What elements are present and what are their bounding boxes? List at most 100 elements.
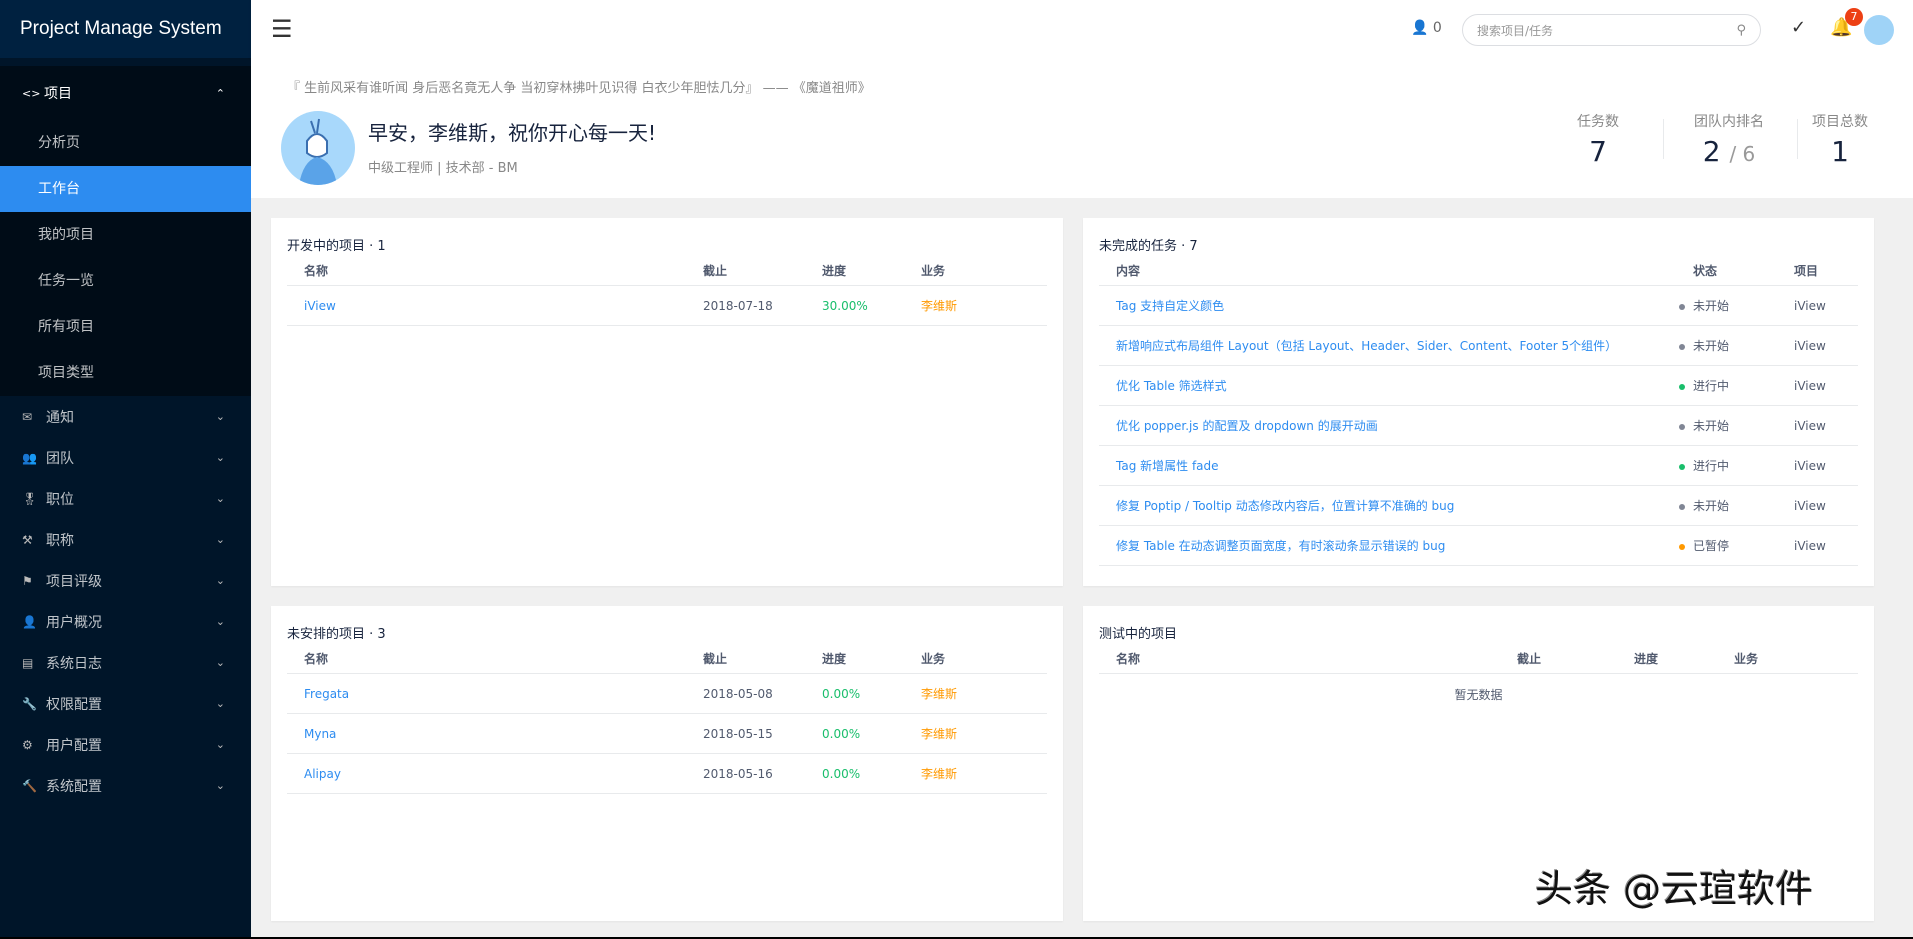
task-status: 进行中 — [1662, 457, 1777, 474]
task-project: iView — [1794, 458, 1826, 473]
sidebar-item-5[interactable]: 项目类型 — [0, 350, 251, 396]
sidebar-item-5[interactable]: 👤 用户概况 ⌄ — [0, 601, 251, 642]
deadline: 2018-05-16 — [703, 766, 773, 781]
card-title: 开发中的项目 · 1 — [287, 239, 386, 254]
column-header[interactable]: 进度 — [1617, 650, 1717, 667]
chevron-down-icon: ⌄ — [215, 615, 225, 628]
column-header[interactable]: 进度 — [805, 262, 904, 279]
sidebar-item-9[interactable]: 🔨 系统配置 ⌄ — [0, 765, 251, 806]
table-header: 名称 截止 进度 业务 — [287, 644, 1047, 674]
sidebar-item-label: 职称 — [46, 532, 74, 549]
table-row: Tag 新增属性 fade 进行中 iView — [1099, 446, 1858, 486]
search-placeholder: 搜索项目/任务 — [1477, 23, 1554, 38]
project-name-link[interactable]: iView — [287, 299, 686, 313]
task-link[interactable]: 修复 Table 在动态调整页面宽度，有时滚动条显示错误的 bug — [1099, 537, 1662, 554]
task-link[interactable]: 优化 popper.js 的配置及 dropdown 的展开动画 — [1099, 417, 1662, 434]
project-name-link[interactable]: Alipay — [287, 767, 686, 781]
avatar[interactable] — [1864, 15, 1894, 45]
table-row: 优化 Table 筛选样式 进行中 iView — [1099, 366, 1858, 406]
sidebar-item-2[interactable]: 我的项目 — [0, 212, 251, 258]
top-header: ☰ 👤 0 搜索项目/任务 ⚲ ✓ 🔔 7 — [251, 0, 1913, 59]
column-header[interactable]: 名称 — [287, 650, 686, 667]
menu-group-project[interactable]: <> 项目 ⌃ — [0, 66, 251, 120]
status-dot — [1679, 543, 1685, 550]
column-header[interactable]: 截止 — [1500, 650, 1617, 667]
stat-projects: 项目总数 1 — [1785, 111, 1895, 168]
task-status: 未开始 — [1662, 417, 1777, 434]
search-input[interactable]: 搜索项目/任务 ⚲ — [1462, 14, 1761, 46]
deadline: 2018-05-15 — [703, 726, 773, 741]
menu-toggle-icon[interactable]: ☰ — [271, 17, 293, 41]
task-project: iView — [1794, 338, 1826, 353]
mail-icon: ✉ — [22, 409, 33, 424]
task-link[interactable]: 优化 Table 筛选样式 — [1099, 377, 1662, 394]
table-row: Alipay 2018-05-16 0.00% 李维斯 — [287, 754, 1047, 794]
task-link[interactable]: 修复 Poptip / Tooltip 动态修改内容后，位置计算不准确的 bug — [1099, 497, 1662, 514]
watermark: 头条 @云瑄软件 — [1535, 867, 1814, 911]
sidebar-item-3[interactable]: 任务一览 — [0, 258, 251, 304]
sidebar-item-7[interactable]: 🔧 权限配置 ⌄ — [0, 683, 251, 724]
task-link[interactable]: 新增响应式布局组件 Layout（包括 Layout、Header、Sider、… — [1099, 337, 1662, 354]
chevron-down-icon: ⌄ — [215, 779, 225, 792]
column-header[interactable]: 截止 — [686, 650, 805, 667]
sidebar-item-label: 系统配置 — [46, 778, 102, 795]
sidebar-item-label: 职位 — [46, 491, 74, 508]
project-name-link[interactable]: Myna — [287, 727, 686, 741]
task-project: iView — [1794, 298, 1826, 313]
status-text: 进行中 — [1693, 379, 1730, 393]
sidebar-item-1[interactable]: 工作台 — [0, 166, 251, 212]
column-header[interactable]: 业务 — [904, 262, 1047, 279]
stat-value: 7 — [1589, 135, 1607, 168]
column-header[interactable]: 进度 — [805, 650, 904, 667]
column-header[interactable]: 名称 — [287, 262, 686, 279]
sidebar-item-6[interactable]: ▤ 系统日志 ⌄ — [0, 642, 251, 683]
column-header[interactable]: 截止 — [686, 262, 805, 279]
column-header[interactable]: 名称 — [1099, 650, 1500, 667]
status-dot — [1679, 343, 1685, 350]
task-link[interactable]: Tag 支持自定义颜色 — [1099, 297, 1662, 314]
tools-icon: ⚒ — [22, 532, 33, 547]
stat-total: / 6 — [1729, 142, 1756, 166]
task-project: iView — [1794, 378, 1826, 393]
project-name-link[interactable]: Fregata — [287, 687, 686, 701]
card-title: 未安排的项目 · 3 — [287, 627, 386, 642]
wrench-icon: 🔧 — [22, 696, 37, 711]
empty-text: 暂无数据 — [1454, 688, 1503, 702]
column-header[interactable]: 内容 — [1099, 262, 1662, 279]
table-row: Myna 2018-05-15 0.00% 李维斯 — [287, 714, 1047, 754]
chevron-down-icon: ⌄ — [215, 574, 225, 587]
chevron-down-icon: ⌄ — [215, 656, 225, 669]
column-header[interactable]: 项目 — [1777, 262, 1858, 279]
progress: 30.00% — [822, 298, 868, 313]
unscheduled-projects-card: 未安排的项目 · 3 名称 截止 进度 业务 Fregata 2018-05-08 0.00… — [271, 606, 1063, 921]
sidebar-item-1[interactable]: 👥 团队 ⌄ — [0, 437, 251, 478]
chevron-down-icon: ⌄ — [215, 410, 225, 423]
task-link[interactable]: Tag 新增属性 fade — [1099, 457, 1662, 474]
divider — [1663, 119, 1664, 159]
check-circle-icon[interactable]: ✓ — [1791, 17, 1806, 38]
sidebar-item-0[interactable]: 分析页 — [0, 120, 251, 166]
sidebar-item-3[interactable]: ⚒ 职称 ⌄ — [0, 519, 251, 560]
owner: 李维斯 — [921, 687, 958, 701]
sidebar-item-2[interactable]: 🎖 职位 ⌄ — [0, 478, 251, 519]
sidebar-item-8[interactable]: ⚙ 用户配置 ⌄ — [0, 724, 251, 765]
column-header[interactable]: 状态 — [1662, 262, 1777, 279]
user-icon: 👤 — [22, 614, 37, 629]
task-project: iView — [1794, 418, 1826, 433]
sidebar-item-label: 用户概况 — [46, 614, 102, 631]
status-dot — [1679, 303, 1685, 310]
sidebar-item-label: 权限配置 — [46, 696, 102, 713]
search-icon[interactable]: ⚲ — [1736, 23, 1746, 38]
stat-value: 1 — [1831, 135, 1849, 168]
online-users: 👤 0 — [1411, 20, 1442, 36]
task-status: 未开始 — [1662, 497, 1777, 514]
sidebar-item-4[interactable]: ⚑ 项目评级 ⌄ — [0, 560, 251, 601]
sidebar-item-0[interactable]: ✉ 通知 ⌄ — [0, 396, 251, 437]
status-text: 未开始 — [1693, 299, 1730, 313]
stat-rank: 团队内排名 2 / 6 — [1674, 111, 1784, 168]
column-header[interactable]: 业务 — [1717, 650, 1858, 667]
column-header[interactable]: 业务 — [904, 650, 1047, 667]
status-text: 未开始 — [1693, 339, 1730, 353]
table-row: iView 2018-07-18 30.00% 李维斯 — [287, 286, 1047, 326]
sidebar-item-4[interactable]: 所有项目 — [0, 304, 251, 350]
